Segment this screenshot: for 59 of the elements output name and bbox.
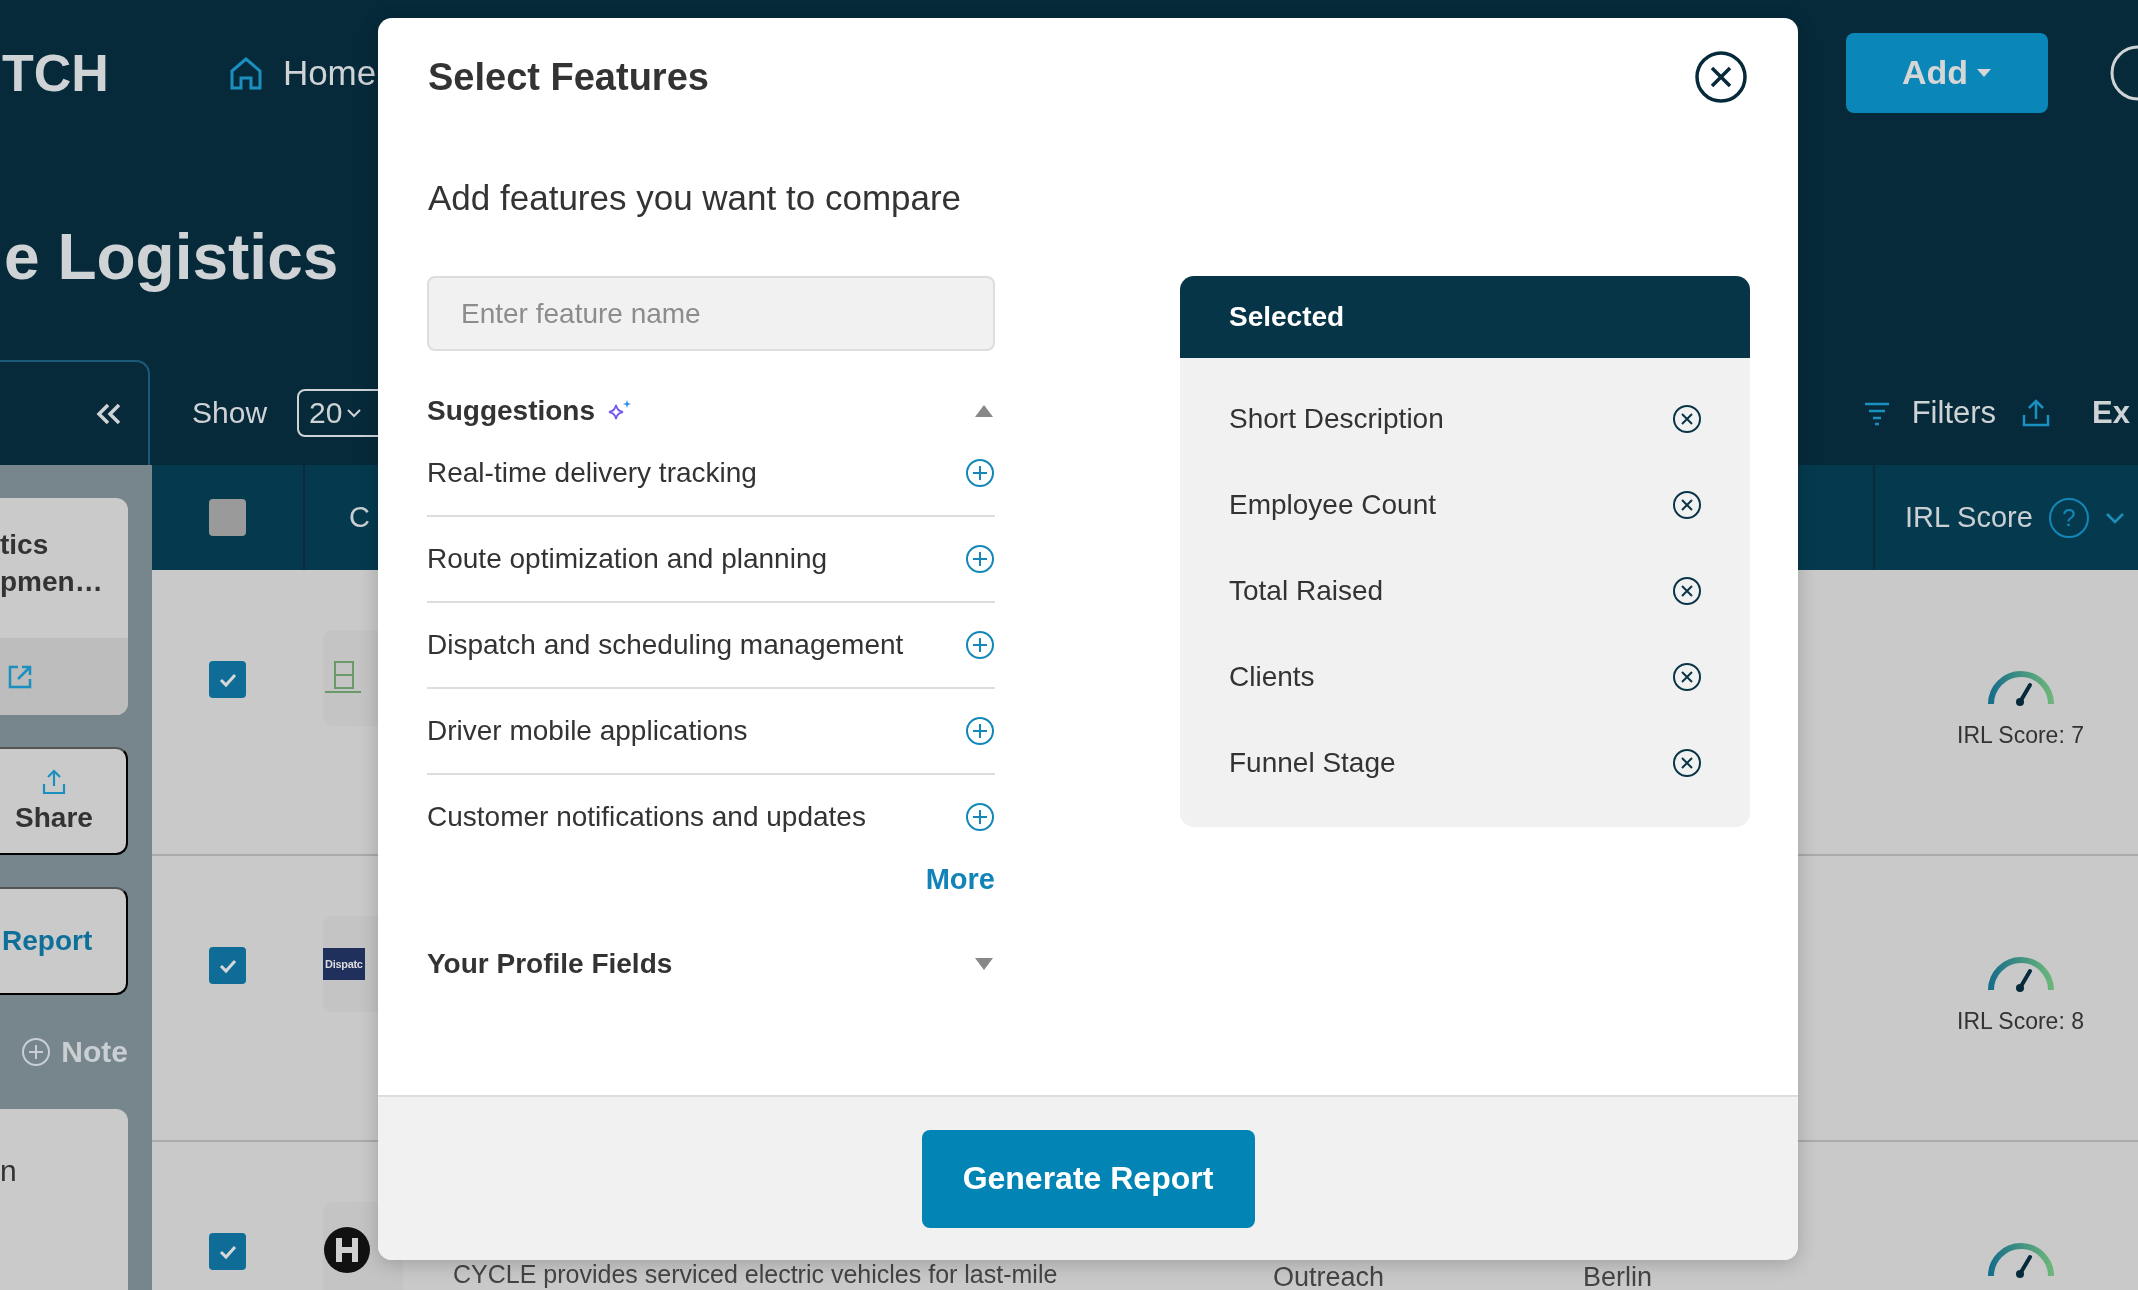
add-icon[interactable]: [965, 630, 995, 660]
add-icon[interactable]: [965, 458, 995, 488]
panel-title: Selected: [1229, 301, 1345, 333]
filters-button[interactable]: Filters: [1861, 394, 1997, 431]
funnel-stage: Outreach: [1273, 1264, 1385, 1290]
dialog-subtitle: Add features you want to compare: [428, 178, 963, 218]
column-header[interactable]: C: [349, 501, 370, 534]
irl-score: IRL Score: 8: [1957, 1008, 2084, 1035]
share-icon: [40, 768, 68, 796]
share-button[interactable]: Share: [0, 747, 128, 855]
company-logo: Dispatc: [323, 948, 365, 980]
remove-icon[interactable]: [1672, 404, 1702, 434]
remove-icon[interactable]: [1672, 748, 1702, 778]
plus-icon: [21, 1037, 52, 1067]
collapse-icon[interactable]: [973, 403, 995, 419]
company-description: CYCLE provides serviced electric vehicles for last-mile: [453, 1261, 1058, 1290]
selected-feature: Funnel Stage: [1229, 747, 1396, 779]
remove-icon[interactable]: [1672, 576, 1702, 606]
checkbox[interactable]: [209, 947, 246, 984]
close-icon[interactable]: [1694, 50, 1748, 104]
more-link[interactable]: More: [925, 863, 995, 896]
generate-report-button[interactable]: Generate Report: [921, 1129, 1255, 1228]
checkbox[interactable]: [209, 499, 246, 536]
nav-link[interactable]: Home: [226, 52, 377, 93]
brand-logo[interactable]: TCH: [2, 42, 109, 103]
checkbox[interactable]: [209, 661, 246, 698]
chevron-icon[interactable]: [2104, 511, 2125, 524]
selected-feature: Employee Count: [1229, 489, 1436, 521]
selected-feature: Clients: [1229, 661, 1315, 693]
company-card[interactable]: tics pmen…: [0, 498, 128, 715]
checkbox[interactable]: [209, 1233, 246, 1270]
note-text: n: [0, 1154, 17, 1188]
section-title: Suggestions: [427, 395, 595, 427]
section-title: Your Profile Fields: [427, 948, 673, 980]
add-icon[interactable]: [965, 802, 995, 832]
column-header[interactable]: IRL Score: [1905, 501, 2033, 534]
add-icon[interactable]: [965, 544, 995, 574]
suggestion-item: Driver mobile applications: [427, 715, 748, 747]
export-button[interactable]: Ex: [2020, 394, 2130, 431]
suggestion-item: Route optimization and planning: [427, 543, 828, 575]
irl-score: IRL Score: 7: [1957, 722, 2084, 749]
chevron-icon: [346, 407, 363, 418]
feature-search-field[interactable]: Enter feature name: [427, 276, 995, 351]
add-icon[interactable]: [965, 716, 995, 746]
company-name: tics: [0, 528, 50, 562]
suggestion-item: Real-time delivery tracking: [427, 457, 757, 489]
remove-icon[interactable]: [1672, 490, 1702, 520]
caret-icon: [1976, 67, 1993, 78]
suggestion-item: Customer notifications and updates: [427, 801, 866, 833]
expand-icon[interactable]: [973, 956, 995, 972]
page-title: e Logistics: [4, 221, 339, 293]
company-name: pmen…: [0, 565, 104, 599]
selected-feature: Total Raised: [1229, 575, 1384, 607]
remove-icon[interactable]: [1672, 662, 1702, 692]
dialog-title: Select Features: [428, 55, 709, 99]
selected-feature: Short Description: [1229, 403, 1444, 435]
location: Berlin: [1583, 1264, 1653, 1290]
show-label: Show: [192, 395, 268, 430]
suggestion-item: Dispatch and scheduling management: [427, 629, 904, 661]
